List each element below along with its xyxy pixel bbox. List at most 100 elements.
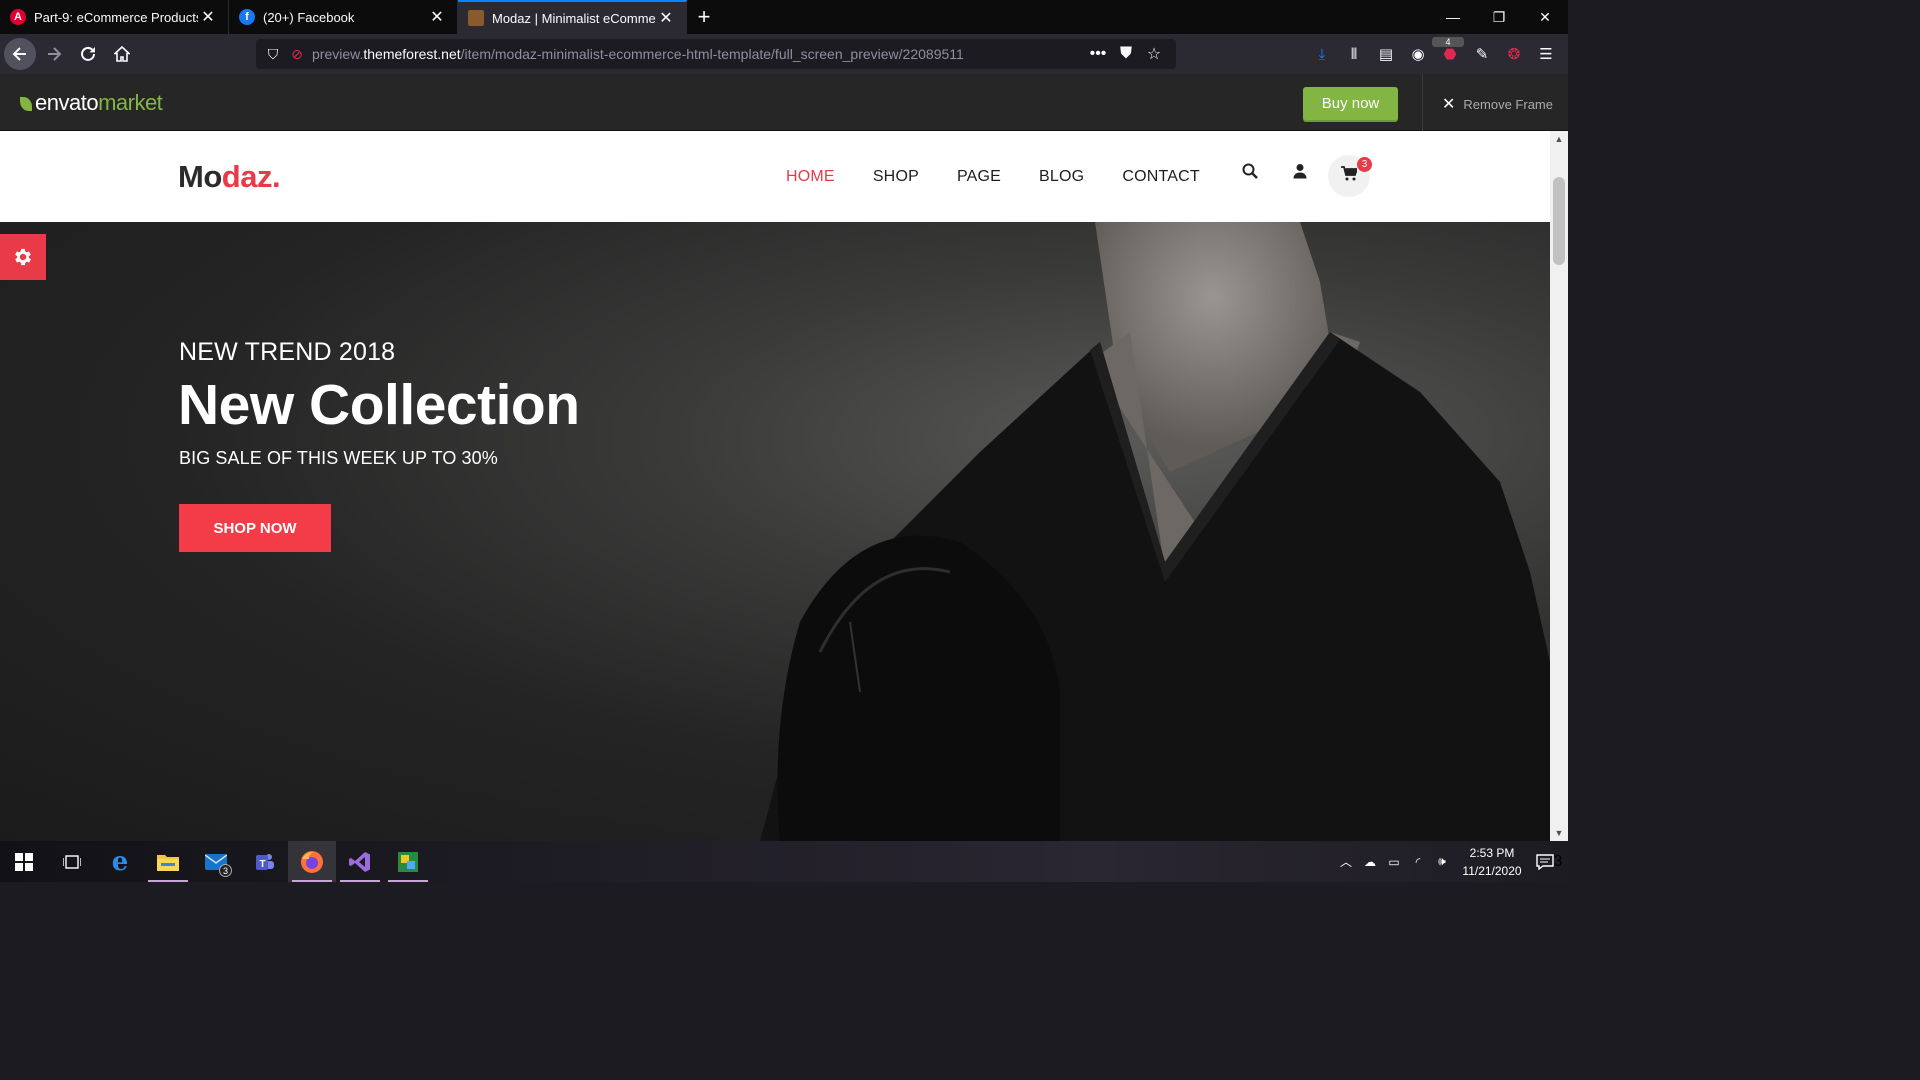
- buy-now-button[interactable]: Buy now: [1303, 87, 1398, 120]
- menu-item-blog[interactable]: BLOG: [1039, 168, 1084, 186]
- edge-icon: e: [111, 846, 129, 877]
- scrollbar-thumb[interactable]: [1553, 177, 1565, 265]
- clock[interactable]: 2:53 PM 11/21/2020: [1454, 844, 1530, 880]
- clock-time: 2:53 PM: [1469, 845, 1515, 860]
- sidebar-icon[interactable]: ▤: [1370, 45, 1402, 63]
- extension-2-icon[interactable]: ❂: [1498, 45, 1530, 63]
- bookmark-star-icon[interactable]: ☆: [1140, 44, 1168, 64]
- svg-text:T: T: [260, 859, 266, 870]
- page-scrollbar[interactable]: ▲ ▼: [1550, 131, 1568, 841]
- tab-facebook[interactable]: f (20+) Facebook ✕: [229, 0, 458, 34]
- menu-icon[interactable]: ☰: [1530, 45, 1562, 63]
- remove-frame-label: Remove Frame: [1463, 96, 1553, 112]
- cart-icon: [1341, 166, 1359, 186]
- gear-icon: [15, 248, 31, 266]
- site-logo[interactable]: Modaz.: [178, 159, 281, 195]
- eyedropper-icon[interactable]: ✎: [1466, 45, 1498, 63]
- menu-item-contact[interactable]: CONTACT: [1122, 168, 1200, 186]
- restore-icon[interactable]: ❐: [1476, 0, 1522, 34]
- tab-title: (20+) Facebook: [263, 9, 355, 25]
- system-tray: ︿ ☁ ▭ ◜ 🕪 2:53 PM 11/21/2020 3: [1334, 841, 1568, 882]
- taskbar-edge[interactable]: e: [96, 841, 144, 882]
- account-icon[interactable]: ◉: [1402, 45, 1434, 63]
- pocket-icon[interactable]: ⛊: [1112, 45, 1140, 63]
- leaf-icon: [20, 97, 32, 111]
- window-controls: — ❐ ✕: [1430, 0, 1568, 34]
- tab-title: Modaz | Minimalist eCommerc: [492, 10, 656, 26]
- action-center-button[interactable]: 3: [1530, 853, 1568, 871]
- shop-now-button[interactable]: SHOP NOW: [179, 504, 331, 552]
- tab-modaz[interactable]: Modaz | Minimalist eCommerc ✕: [458, 0, 687, 34]
- visual-studio-icon: [349, 851, 370, 872]
- notification-icon: [1535, 853, 1554, 870]
- teams-icon: T: [256, 853, 274, 870]
- battery-icon[interactable]: ▭: [1382, 855, 1406, 869]
- extension-badge: 4: [1432, 37, 1464, 47]
- facebook-icon: f: [239, 9, 255, 25]
- app-icon: [398, 851, 418, 872]
- envato-bar: envatomarket Buy now ✕ Remove Frame: [0, 74, 1568, 131]
- user-icon[interactable]: [1290, 161, 1310, 181]
- shield-icon[interactable]: ⛉: [264, 46, 282, 63]
- task-view-button[interactable]: [48, 841, 96, 882]
- page-actions-icon[interactable]: •••: [1084, 45, 1112, 63]
- menu-item-home[interactable]: HOME: [786, 168, 835, 186]
- taskbar-firefox[interactable]: [288, 841, 336, 882]
- divider: [1422, 74, 1423, 131]
- extension-icon[interactable]: ⬣ 4: [1432, 37, 1466, 63]
- site-header: Modaz. HOME SHOP PAGE BLOG CONTACT 3: [0, 131, 1550, 222]
- menu-item-page[interactable]: PAGE: [957, 168, 1001, 186]
- back-button[interactable]: [4, 38, 36, 70]
- task-view-icon: [63, 854, 81, 869]
- settings-button[interactable]: [0, 234, 46, 280]
- windows-taskbar: e 3 T ︿ ☁ ▭ ◜ 🕪 2:53 PM 11/21/2020 3: [0, 841, 1568, 882]
- notification-badge: 3: [1553, 852, 1563, 870]
- scroll-up-icon[interactable]: ▲: [1550, 134, 1568, 144]
- start-button[interactable]: [0, 841, 48, 882]
- close-icon[interactable]: ✕: [656, 8, 676, 28]
- taskbar-teams[interactable]: T: [240, 841, 288, 882]
- url-text[interactable]: preview.themeforest.net/item/modaz-minim…: [312, 46, 1084, 62]
- file-explorer-icon: [157, 854, 179, 871]
- cart-count-badge: 3: [1357, 157, 1372, 172]
- hero-banner: NEW TREND 2018 New Collection BIG SALE O…: [0, 222, 1550, 841]
- close-window-icon[interactable]: ✕: [1522, 0, 1568, 34]
- minimize-icon[interactable]: —: [1430, 0, 1476, 34]
- address-bar[interactable]: ⛉ ⊘ preview.themeforest.net/item/modaz-m…: [256, 39, 1176, 69]
- hero-subtitle: BIG SALE OF THIS WEEK UP TO 30%: [179, 448, 498, 468]
- wifi-icon[interactable]: ◜: [1406, 855, 1430, 869]
- remove-frame-button[interactable]: ✕ Remove Frame: [1442, 94, 1553, 114]
- browser-tab-strip: A Part-9: eCommerce Products Lo ✕ f (20+…: [0, 0, 1568, 34]
- firefox-icon: [301, 850, 323, 873]
- reload-button[interactable]: [72, 38, 104, 70]
- home-button[interactable]: [106, 38, 138, 70]
- insecure-lock-icon[interactable]: ⊘: [288, 46, 306, 63]
- menu-item-shop[interactable]: SHOP: [873, 168, 919, 186]
- tab-title: Part-9: eCommerce Products Lo: [34, 9, 198, 25]
- hero-kicker: NEW TREND 2018: [179, 338, 396, 366]
- envato-logo[interactable]: envatomarket: [20, 90, 163, 116]
- taskbar-app[interactable]: [384, 841, 432, 882]
- modaz-icon: [468, 10, 484, 26]
- main-menu: HOME SHOP PAGE BLOG CONTACT: [786, 168, 1238, 186]
- search-icon[interactable]: [1240, 161, 1260, 181]
- library-icon[interactable]: ⫴: [1338, 46, 1370, 63]
- volume-icon[interactable]: 🕪: [1430, 854, 1454, 869]
- close-icon: ✕: [1442, 96, 1456, 113]
- page-viewport: Modaz. HOME SHOP PAGE BLOG CONTACT 3 NEW…: [0, 131, 1550, 841]
- windows-icon: [15, 852, 33, 871]
- taskbar-visual-studio[interactable]: [336, 841, 384, 882]
- close-icon[interactable]: ✕: [427, 7, 447, 27]
- download-icon[interactable]: ⤓: [1306, 46, 1338, 63]
- chevron-up-icon[interactable]: ︿: [1334, 853, 1358, 870]
- taskbar-file-explorer[interactable]: [144, 841, 192, 882]
- cart-button[interactable]: 3: [1328, 155, 1372, 197]
- scroll-down-icon[interactable]: ▼: [1550, 828, 1568, 838]
- forward-button[interactable]: [38, 38, 70, 70]
- close-icon[interactable]: ✕: [198, 7, 218, 27]
- onedrive-icon[interactable]: ☁: [1358, 855, 1382, 869]
- new-tab-button[interactable]: +: [687, 0, 721, 34]
- browser-toolbar: ⛉ ⊘ preview.themeforest.net/item/modaz-m…: [0, 34, 1568, 74]
- tab-angular[interactable]: A Part-9: eCommerce Products Lo ✕: [0, 0, 229, 34]
- taskbar-mail[interactable]: 3: [192, 841, 240, 882]
